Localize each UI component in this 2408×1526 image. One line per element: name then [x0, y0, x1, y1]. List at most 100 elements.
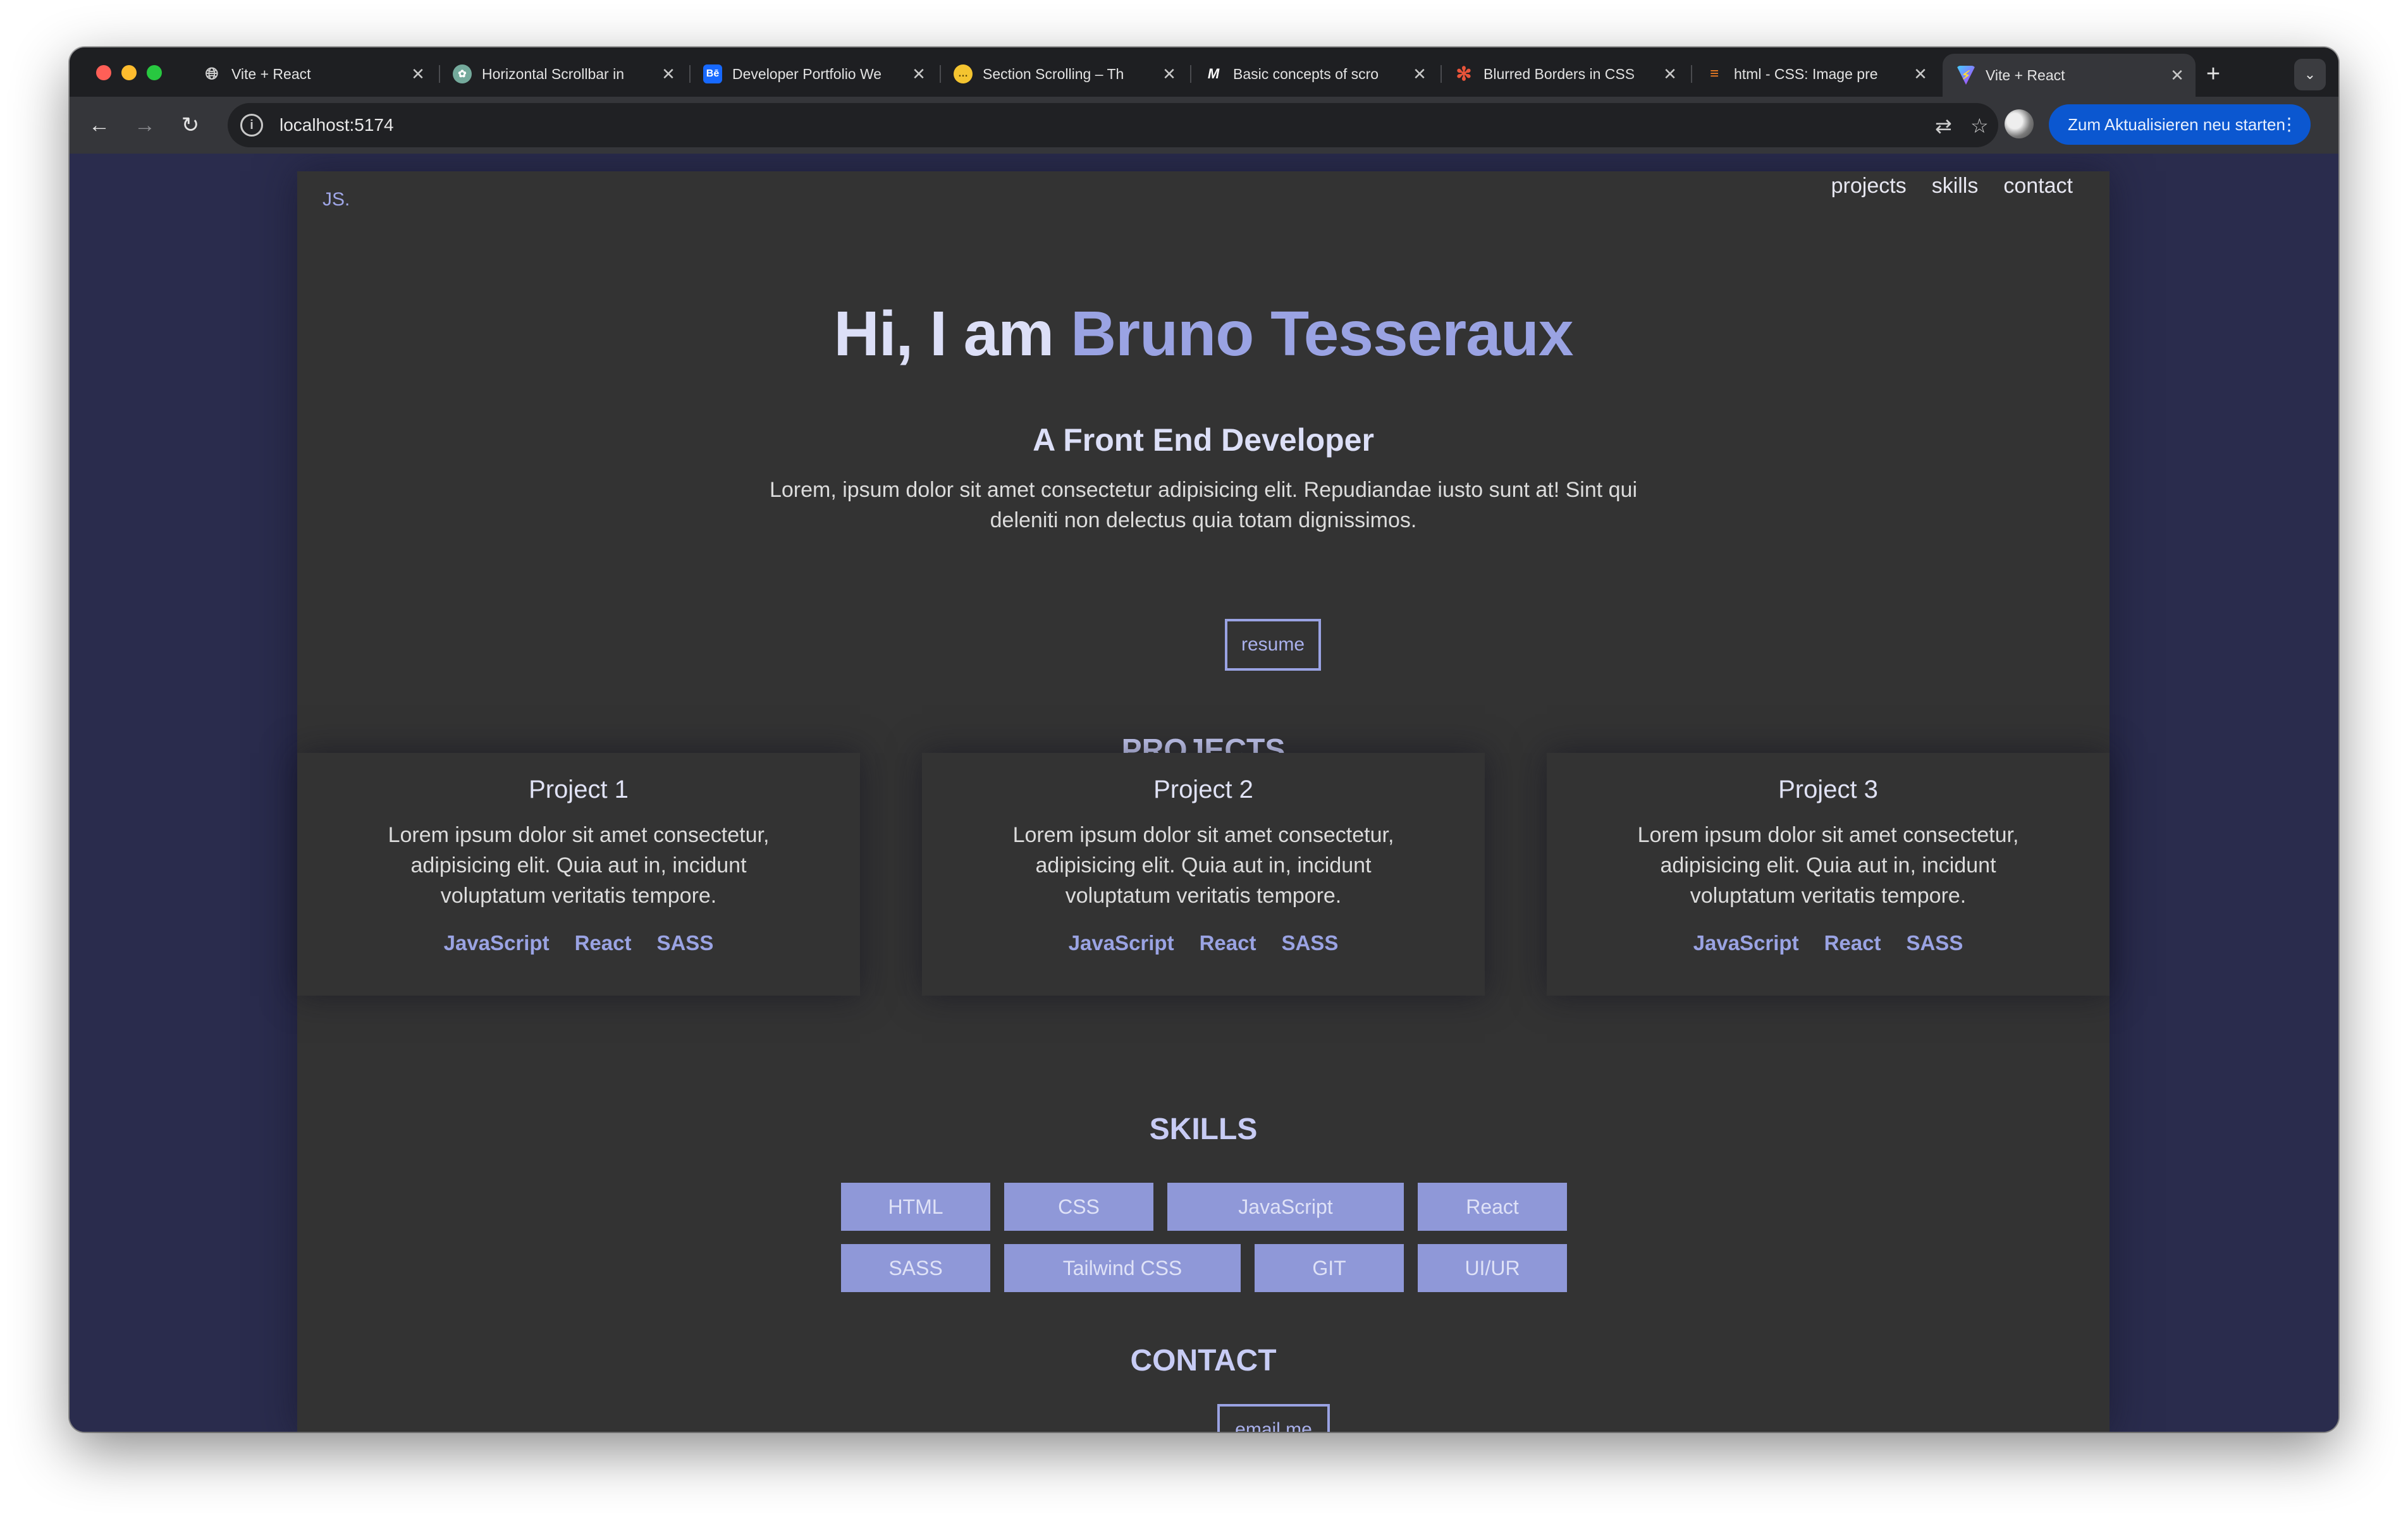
mdn-icon: M [1207, 66, 1220, 82]
more-menu-icon[interactable]: ⋮ [2280, 113, 2298, 136]
tab-title: Developer Portfolio We [732, 65, 882, 82]
globe-icon: 🌐︎ [205, 64, 219, 83]
asterisk-icon: ✻ [1456, 63, 1472, 85]
tab-separator [439, 65, 440, 83]
browser-window: 🌐︎ Vite + React ✕ ✿ Horizontal Scrollbar… [70, 47, 2338, 1432]
project-tag: JavaScript [1693, 931, 1799, 955]
project-tag: JavaScript [1068, 931, 1174, 955]
skill-badge: GIT [1255, 1244, 1404, 1292]
project-tag: SASS [1906, 931, 1963, 955]
tab-close-icon[interactable]: ✕ [1661, 64, 1680, 84]
tab-developer-portfolio[interactable]: Bē Developer Portfolio We ✕ [696, 54, 936, 94]
hero-greeting: Hi, I am [833, 298, 1071, 369]
tab-title: Blurred Borders in CSS [1484, 65, 1635, 82]
site-logo[interactable]: JS. [322, 189, 350, 211]
tab-html-css-image[interactable]: ≡ html - CSS: Image pre ✕ [1697, 54, 1938, 94]
tab-horizontal-scrollbar[interactable]: ✿ Horizontal Scrollbar in ✕ [445, 54, 685, 94]
tab-section-scrolling[interactable]: … Section Scrolling – Th ✕ [946, 54, 1186, 94]
tab-separator [1190, 65, 1191, 83]
project-tag: React [1824, 931, 1881, 955]
tab-separator [940, 65, 941, 83]
main-nav: projects skills contact [1831, 174, 2073, 198]
tab-separator [1440, 65, 1442, 83]
profile-avatar[interactable] [2005, 109, 2034, 138]
email-me-button[interactable]: email me [1217, 1404, 1330, 1432]
project-tag: SASS [1281, 931, 1339, 955]
resume-button[interactable]: resume [1225, 619, 1321, 671]
tab-title: Vite + React [1986, 66, 2065, 83]
new-tab-button[interactable]: + [2196, 56, 2231, 92]
skill-badge: SASS [841, 1244, 990, 1292]
project-card[interactable]: Project 3 Lorem ipsum dolor sit amet con… [1547, 753, 2110, 996]
nav-link-projects[interactable]: projects [1831, 174, 1907, 198]
tab-close-icon[interactable]: ✕ [1160, 64, 1179, 84]
tab-search-chevron-icon[interactable]: ⌄ [2294, 59, 2326, 90]
project-title: Project 1 [529, 776, 629, 803]
tab-close-icon[interactable]: ✕ [1911, 64, 1930, 84]
tab-title: html - CSS: Image pre [1734, 65, 1878, 82]
skill-badge: JavaScript [1167, 1183, 1404, 1231]
hero-description: Lorem, ipsum dolor sit amet consectetur … [769, 478, 1638, 532]
tab-close-icon[interactable]: ✕ [408, 64, 427, 84]
hero-title: Hi, I am Bruno Tesseraux [297, 298, 2110, 370]
reload-icon[interactable]: ↻ [173, 108, 207, 142]
project-card[interactable]: Project 1 Lorem ipsum dolor sit amet con… [297, 753, 860, 996]
skill-badge: HTML [841, 1183, 990, 1231]
stackoverflow-icon: ≡ [1709, 65, 1719, 82]
project-tag: React [574, 931, 632, 955]
back-arrow-icon[interactable]: ← [82, 108, 116, 142]
project-title: Project 2 [1153, 776, 1253, 803]
tab-close-icon[interactable]: ✕ [659, 64, 678, 84]
project-tags: JavaScript React SASS [1547, 931, 2110, 955]
tab-title: Vite + React [231, 65, 311, 82]
skill-badge: React [1418, 1183, 1567, 1231]
tab-title: Section Scrolling – Th [983, 65, 1124, 82]
maximize-window-button[interactable] [147, 65, 162, 80]
minimize-window-button[interactable] [121, 65, 137, 80]
skill-badge: CSS [1004, 1183, 1153, 1231]
site-info-icon[interactable]: i [240, 114, 263, 137]
url-text[interactable]: localhost:5174 [280, 115, 394, 135]
update-restart-button[interactable]: Zum Aktualisieren neu starten ⋮ [2049, 104, 2311, 145]
skill-badge: UI/UR [1418, 1244, 1567, 1292]
behance-icon: Bē [703, 64, 722, 83]
skill-badge: Tailwind CSS [1004, 1244, 1241, 1292]
chat-bubble-icon: … [954, 64, 973, 83]
translate-icon[interactable]: ⇄ [1935, 114, 1952, 138]
tab-vite-react-1[interactable]: 🌐︎ Vite + React ✕ [195, 54, 435, 94]
tab-separator [1691, 65, 1692, 83]
tab-blurred-borders[interactable]: ✻ Blurred Borders in CSS ✕ [1447, 54, 1687, 94]
project-description: Lorem ipsum dolor sit amet consectetur, … [1637, 823, 2019, 908]
address-bar[interactable]: i localhost:5174 ⇄ ☆ [228, 103, 1998, 147]
project-description: Lorem ipsum dolor sit amet consectetur, … [388, 823, 770, 908]
vite-icon: ⚡︎ [1956, 66, 1975, 85]
project-title: Project 3 [1778, 776, 1878, 803]
skills-heading: SKILLS [1149, 1113, 1258, 1146]
project-tag: JavaScript [443, 931, 550, 955]
forward-arrow-icon[interactable]: → [128, 108, 162, 142]
close-window-button[interactable] [96, 65, 111, 80]
portfolio-page: JS. projects skills contact Hi, I am Bru… [297, 171, 2110, 1432]
contact-heading: CONTACT [1130, 1344, 1277, 1377]
chatgpt-icon: ✿ [453, 64, 472, 83]
tab-close-icon[interactable]: ✕ [909, 64, 928, 84]
hero-name: Bruno Tesseraux [1070, 298, 1574, 369]
tab-basic-concepts[interactable]: M Basic concepts of scro ✕ [1196, 54, 1437, 94]
hero-subtitle: A Front End Developer [1033, 422, 1374, 458]
bookmark-star-icon[interactable]: ☆ [1970, 114, 1989, 138]
tab-vite-react-active[interactable]: ⚡︎ Vite + React ✕ [1943, 54, 2196, 97]
tab-title: Basic concepts of scro [1233, 65, 1379, 82]
browser-toolbar: ← → ↻ i localhost:5174 ⇄ ☆ Zum Aktualisi… [70, 97, 2338, 154]
nav-link-skills[interactable]: skills [1932, 174, 1979, 198]
project-card[interactable]: Project 2 Lorem ipsum dolor sit amet con… [922, 753, 1485, 996]
project-tags: JavaScript React SASS [297, 931, 860, 955]
project-tag: SASS [656, 931, 714, 955]
tab-strip: 🌐︎ Vite + React ✕ ✿ Horizontal Scrollbar… [70, 47, 2338, 97]
tab-close-icon[interactable]: ✕ [1410, 64, 1429, 84]
update-button-label: Zum Aktualisieren neu starten [2068, 114, 2285, 134]
tab-close-icon[interactable]: ✕ [2168, 66, 2187, 85]
nav-link-contact[interactable]: contact [2003, 174, 2073, 198]
project-tag: React [1199, 931, 1256, 955]
tab-separator [689, 65, 691, 83]
tab-title: Horizontal Scrollbar in [482, 65, 624, 82]
